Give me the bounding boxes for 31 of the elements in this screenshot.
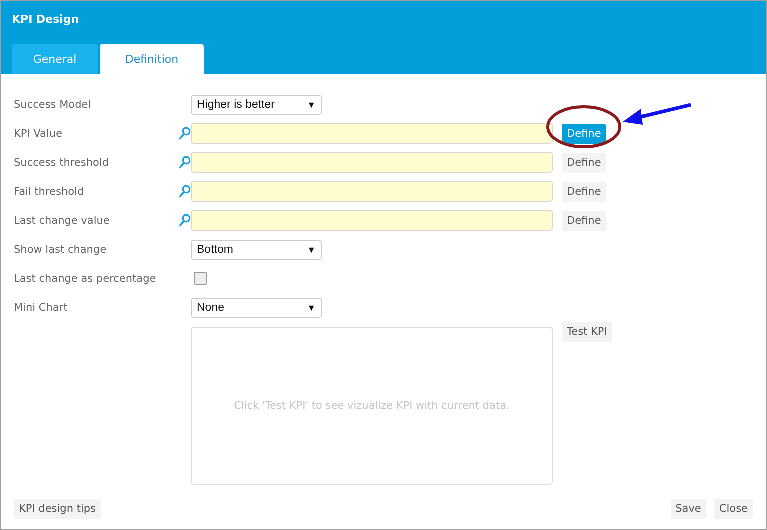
input-field[interactable] [191,181,553,202]
checkbox[interactable] [194,272,207,285]
field-label: Last change value [14,214,111,226]
input-field[interactable] [191,123,553,144]
field-label: Success Model [14,98,92,110]
footer-button[interactable]: Save [670,499,706,519]
input-field[interactable] [191,152,553,173]
dropdown[interactable]: Higher is better ▼ [191,94,322,114]
search-icon[interactable] [179,185,191,198]
field-label: Fail threshold [14,186,86,198]
window-title: KPI Design [11,12,80,26]
test-kpi-button[interactable]: Test KPI [562,322,612,342]
search-icon[interactable] [179,214,191,227]
field-label: KPI Value [14,128,64,140]
input-field[interactable] [191,210,553,231]
design-tips-button[interactable]: KPI design tips [14,499,101,519]
search-icon[interactable] [179,156,191,169]
preview-message: Click 'Test KPI' to see vizualize KPI with current data. [234,400,510,412]
field-label: Mini Chart [14,302,69,314]
define-button[interactable]: Define [562,182,606,202]
arrow [623,103,692,125]
search-icon[interactable] [179,127,191,140]
field-label: Show last change [14,244,108,256]
dropdown[interactable]: None ▼ [191,298,322,318]
field-label: Last change as percentage [14,272,158,284]
tab[interactable]: Definition [100,44,204,74]
dropdown[interactable]: Bottom ▼ [191,240,322,260]
define-button[interactable]: Define [562,210,606,230]
define-button[interactable]: Define [562,152,606,172]
footer-button[interactable]: Close [714,499,753,519]
field-label: Success threshold [14,156,110,168]
